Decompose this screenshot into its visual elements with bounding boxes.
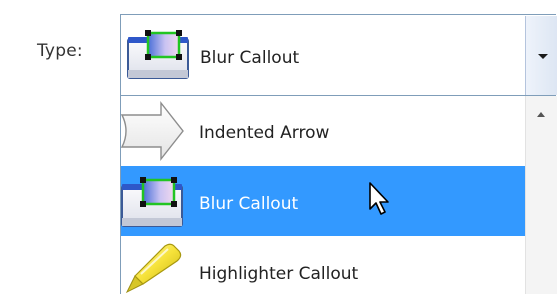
- scroll-up-arrow-icon[interactable]: [537, 112, 545, 117]
- blur-callout-icon: [127, 25, 191, 83]
- highlighter-icon: [121, 236, 189, 300]
- vertical-scrollbar[interactable]: [525, 96, 557, 294]
- mouse-cursor-icon: [369, 182, 389, 215]
- item-label-blur-callout: Blur Callout: [199, 194, 299, 214]
- list-item-indented-arrow[interactable]: Indented Arrow: [120, 96, 525, 166]
- combo-selected-label: Blur Callout: [200, 48, 300, 68]
- combo-dropdown-button[interactable]: [525, 16, 557, 95]
- list-item-highlighter-callout[interactable]: Highlighter Callout: [121, 236, 525, 294]
- item-label-indented-arrow: Indented Arrow: [199, 123, 330, 143]
- item-label-highlighter-callout: Highlighter Callout: [199, 264, 359, 284]
- type-label: Type:: [37, 41, 83, 61]
- type-combobox[interactable]: Blur Callout: [120, 14, 557, 96]
- list-item-blur-callout[interactable]: Blur Callout: [121, 166, 525, 236]
- indented-arrow-icon: [120, 100, 189, 164]
- type-dropdown-list[interactable]: Indented Arrow Blur Callout Highlighter …: [120, 96, 557, 294]
- blur-callout-icon: [121, 172, 189, 236]
- chevron-down-icon: [538, 54, 548, 59]
- dropdown-items: Indented Arrow Blur Callout Highlighter …: [120, 96, 525, 294]
